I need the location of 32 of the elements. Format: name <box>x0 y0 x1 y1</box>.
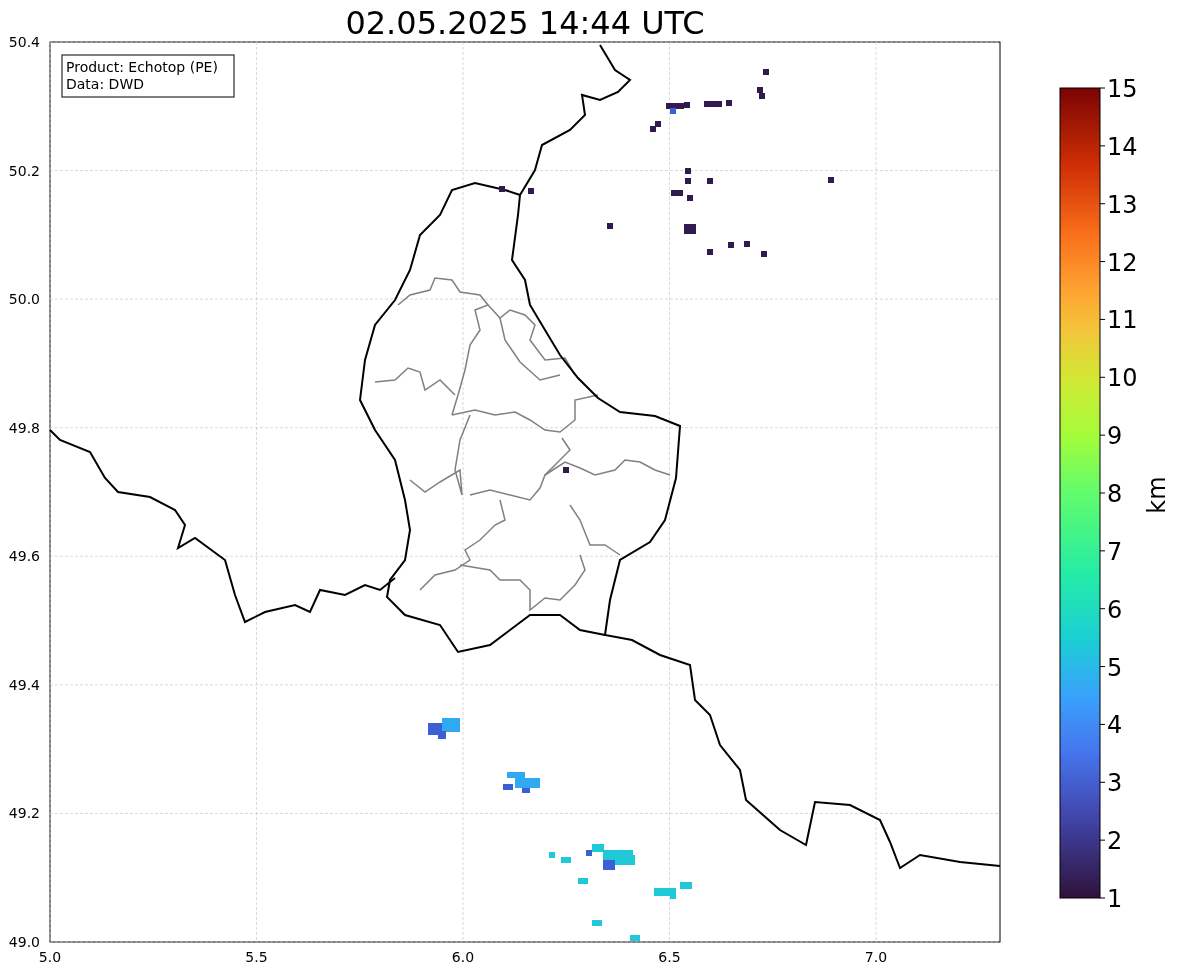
colorbar-tick-label: 6 <box>1107 595 1123 624</box>
colorbar-tick-label: 8 <box>1107 480 1123 508</box>
colorbar-tick-label: 14 <box>1107 132 1138 161</box>
colorbar-label: km <box>1143 476 1171 514</box>
colorbar-tick-label: 1 <box>1107 885 1123 913</box>
colorbar-tick-label: 11 <box>1107 306 1138 335</box>
y-tick-label: 49.2 <box>8 805 40 822</box>
colorbar-tick-label: 9 <box>1107 422 1123 451</box>
x-tick-label: 7.0 <box>864 949 888 965</box>
legend-text: Data: DWD <box>66 76 144 92</box>
y-tick-label: 49.6 <box>8 548 40 565</box>
colorbar-tick-label: 2 <box>1107 827 1123 856</box>
chart-title: 02.05.2025 14:44 UTC <box>345 4 705 42</box>
colorbar-tick-label: 10 <box>1107 364 1138 393</box>
colorbar-tick-label: 15 <box>1107 75 1138 103</box>
y-tick-label: 50.4 <box>8 34 40 50</box>
colorbar-tick-label: 13 <box>1107 190 1138 219</box>
y-tick-label: 49.4 <box>8 676 40 693</box>
colorbar-tick-label: 12 <box>1107 248 1138 277</box>
y-tick-label: 50.0 <box>8 291 40 308</box>
colorbar-tick-label: 7 <box>1107 537 1123 566</box>
colorbar-tick-label: 3 <box>1107 769 1123 798</box>
legend-text: Product: Echotop (PE) <box>66 59 218 75</box>
colorbar-tick-label: 5 <box>1107 653 1123 682</box>
x-tick-label: 5.5 <box>245 949 268 965</box>
colorbar-tick-label: 4 <box>1107 711 1123 740</box>
x-tick-label: 5.0 <box>38 949 62 965</box>
x-tick-label: 6.0 <box>451 949 475 965</box>
y-tick-label: 50.2 <box>8 162 40 179</box>
y-tick-label: 49.0 <box>8 934 40 950</box>
y-tick-label: 49.8 <box>8 419 40 436</box>
x-tick-label: 6.5 <box>658 949 681 965</box>
